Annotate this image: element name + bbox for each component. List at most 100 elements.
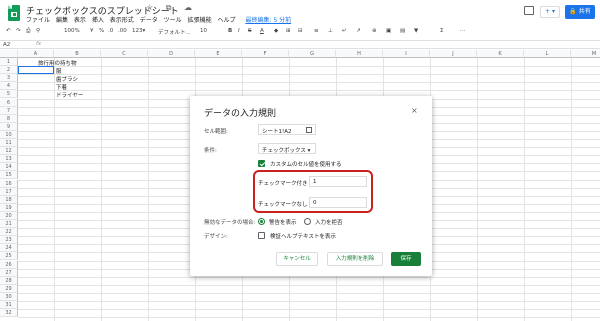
column-header-h[interactable]: H bbox=[336, 50, 383, 58]
menu-edit[interactable]: 編集 bbox=[56, 17, 68, 24]
vertical-align-icon[interactable]: ⊥ bbox=[328, 28, 333, 34]
row-header-18[interactable]: 18 bbox=[0, 195, 18, 204]
row-header-10[interactable]: 10 bbox=[0, 130, 18, 139]
save-button[interactable]: 保存 bbox=[391, 252, 421, 266]
percent-icon[interactable]: % bbox=[99, 28, 104, 34]
grid-select-icon[interactable] bbox=[306, 127, 312, 133]
bold-icon[interactable]: B bbox=[228, 28, 232, 34]
row-header-25[interactable]: 25 bbox=[0, 252, 18, 261]
cancel-button[interactable]: キャンセル bbox=[276, 252, 318, 266]
column-header-j[interactable]: J bbox=[430, 50, 477, 58]
cell-b2[interactable]: 服 bbox=[56, 67, 62, 75]
functions-icon[interactable]: Σ bbox=[440, 28, 443, 34]
menu-extensions[interactable]: 拡張機能 bbox=[188, 17, 212, 24]
row-header-29[interactable]: 29 bbox=[0, 284, 18, 293]
column-header-f[interactable]: F bbox=[242, 50, 289, 58]
row-header-22[interactable]: 22 bbox=[0, 228, 18, 237]
menu-file[interactable]: ファイル bbox=[26, 17, 50, 24]
sheets-logo-icon[interactable] bbox=[8, 5, 20, 21]
show-warning-radio[interactable] bbox=[258, 218, 265, 225]
text-rotation-icon[interactable]: ↗ bbox=[356, 28, 361, 34]
help-text-checkbox[interactable] bbox=[258, 232, 265, 239]
row-header-9[interactable]: 9 bbox=[0, 122, 18, 131]
column-header-m[interactable]: M bbox=[571, 50, 600, 58]
row-header-17[interactable]: 17 bbox=[0, 187, 18, 196]
print-icon[interactable]: ⎙ bbox=[26, 28, 30, 35]
insert-comment-icon[interactable]: ▣ bbox=[386, 28, 391, 34]
more-options-icon[interactable]: ⋯ bbox=[460, 28, 466, 34]
row-header-26[interactable]: 26 bbox=[0, 260, 18, 269]
borders-icon[interactable]: ⊞ bbox=[286, 28, 291, 34]
filter-icon[interactable]: ▼ bbox=[414, 28, 418, 34]
menu-data[interactable]: データ bbox=[140, 17, 158, 24]
menu-insert[interactable]: 挿入 bbox=[92, 17, 104, 24]
row-header-20[interactable]: 20 bbox=[0, 211, 18, 220]
zoom-select[interactable]: 100% bbox=[64, 28, 80, 34]
select-all-corner[interactable] bbox=[0, 50, 18, 58]
italic-icon[interactable]: I bbox=[238, 28, 240, 34]
row-header-19[interactable]: 19 bbox=[0, 203, 18, 212]
selected-cell-a2[interactable] bbox=[18, 66, 54, 75]
custom-values-checkbox[interactable] bbox=[258, 160, 265, 167]
row-header-24[interactable]: 24 bbox=[0, 244, 18, 253]
column-header-g[interactable]: G bbox=[289, 50, 336, 58]
text-wrap-icon[interactable]: ↵ bbox=[342, 28, 347, 34]
column-header-e[interactable]: E bbox=[195, 50, 242, 58]
row-header-30[interactable]: 30 bbox=[0, 292, 18, 301]
cell-b5[interactable]: ドライヤー bbox=[56, 91, 83, 99]
insert-link-icon[interactable]: ⊕ bbox=[372, 28, 377, 34]
row-header-12[interactable]: 12 bbox=[0, 147, 18, 156]
menu-tools[interactable]: ツール bbox=[164, 17, 182, 24]
comment-history-icon[interactable] bbox=[524, 6, 534, 15]
row-header-27[interactable]: 27 bbox=[0, 268, 18, 277]
currency-icon[interactable]: ¥ bbox=[90, 28, 94, 34]
row-header-14[interactable]: 14 bbox=[0, 163, 18, 172]
redo-icon[interactable]: ↷ bbox=[16, 28, 21, 34]
cell-b3[interactable]: 歯ブラシ bbox=[56, 75, 78, 83]
column-header-c[interactable]: C bbox=[101, 50, 148, 58]
column-header-b[interactable]: B bbox=[54, 50, 101, 58]
delete-rule-button[interactable]: 入力規則を削除 bbox=[327, 252, 383, 266]
row-header-32[interactable]: 32 bbox=[0, 309, 18, 318]
meet-button[interactable]: + ▾ bbox=[540, 6, 560, 18]
decrease-decimal-icon[interactable]: .0 bbox=[108, 28, 113, 34]
paint-format-icon[interactable]: ⚲ bbox=[36, 28, 40, 34]
row-header-6[interactable]: 6 bbox=[0, 98, 18, 107]
column-header-d[interactable]: D bbox=[148, 50, 195, 58]
column-header-k[interactable]: K bbox=[477, 50, 524, 58]
strikethrough-icon[interactable]: S bbox=[248, 28, 252, 34]
column-header-l[interactable]: L bbox=[524, 50, 571, 58]
menu-help[interactable]: ヘルプ bbox=[218, 17, 236, 24]
last-edit-link[interactable]: 最終編集: 5 分前 bbox=[245, 17, 291, 24]
row-header-8[interactable]: 8 bbox=[0, 114, 18, 123]
menu-format[interactable]: 表示形式 bbox=[110, 17, 134, 24]
menu-view[interactable]: 表示 bbox=[74, 17, 86, 24]
undo-icon[interactable]: ↶ bbox=[6, 28, 11, 34]
range-input[interactable]: シート1!A2 bbox=[258, 124, 316, 135]
title-action-icons[interactable]: ☆ ⧉ ☁ bbox=[146, 3, 197, 13]
reject-input-radio[interactable] bbox=[304, 218, 311, 225]
row-header-1[interactable]: 1 bbox=[0, 58, 18, 67]
column-header-a[interactable]: A bbox=[18, 50, 54, 58]
row-header-11[interactable]: 11 bbox=[0, 139, 18, 148]
more-formats-select[interactable]: 123▾ bbox=[132, 28, 145, 34]
merge-cells-icon[interactable]: ⊟ bbox=[298, 28, 303, 34]
column-header-i[interactable]: I bbox=[383, 50, 430, 58]
fill-color-icon[interactable]: ◆ bbox=[274, 28, 278, 34]
horizontal-align-icon[interactable]: ≡ bbox=[314, 28, 319, 34]
row-header-16[interactable]: 16 bbox=[0, 179, 18, 188]
row-header-2[interactable]: 2 bbox=[0, 66, 18, 75]
cell-b4[interactable]: 下着 bbox=[56, 83, 67, 91]
row-header-23[interactable]: 23 bbox=[0, 236, 18, 245]
row-header-13[interactable]: 13 bbox=[0, 155, 18, 164]
row-header-21[interactable]: 21 bbox=[0, 220, 18, 229]
insert-chart-icon[interactable]: ▤ bbox=[400, 28, 405, 34]
text-color-icon[interactable]: A bbox=[260, 28, 264, 34]
row-header-28[interactable]: 28 bbox=[0, 276, 18, 285]
close-icon[interactable]: × bbox=[411, 106, 418, 115]
row-header-4[interactable]: 4 bbox=[0, 82, 18, 91]
row-header-31[interactable]: 31 bbox=[0, 301, 18, 310]
row-header-15[interactable]: 15 bbox=[0, 171, 18, 180]
font-family-select[interactable]: デフォルト... bbox=[158, 28, 191, 36]
cell-reference[interactable]: A2 bbox=[3, 42, 10, 48]
